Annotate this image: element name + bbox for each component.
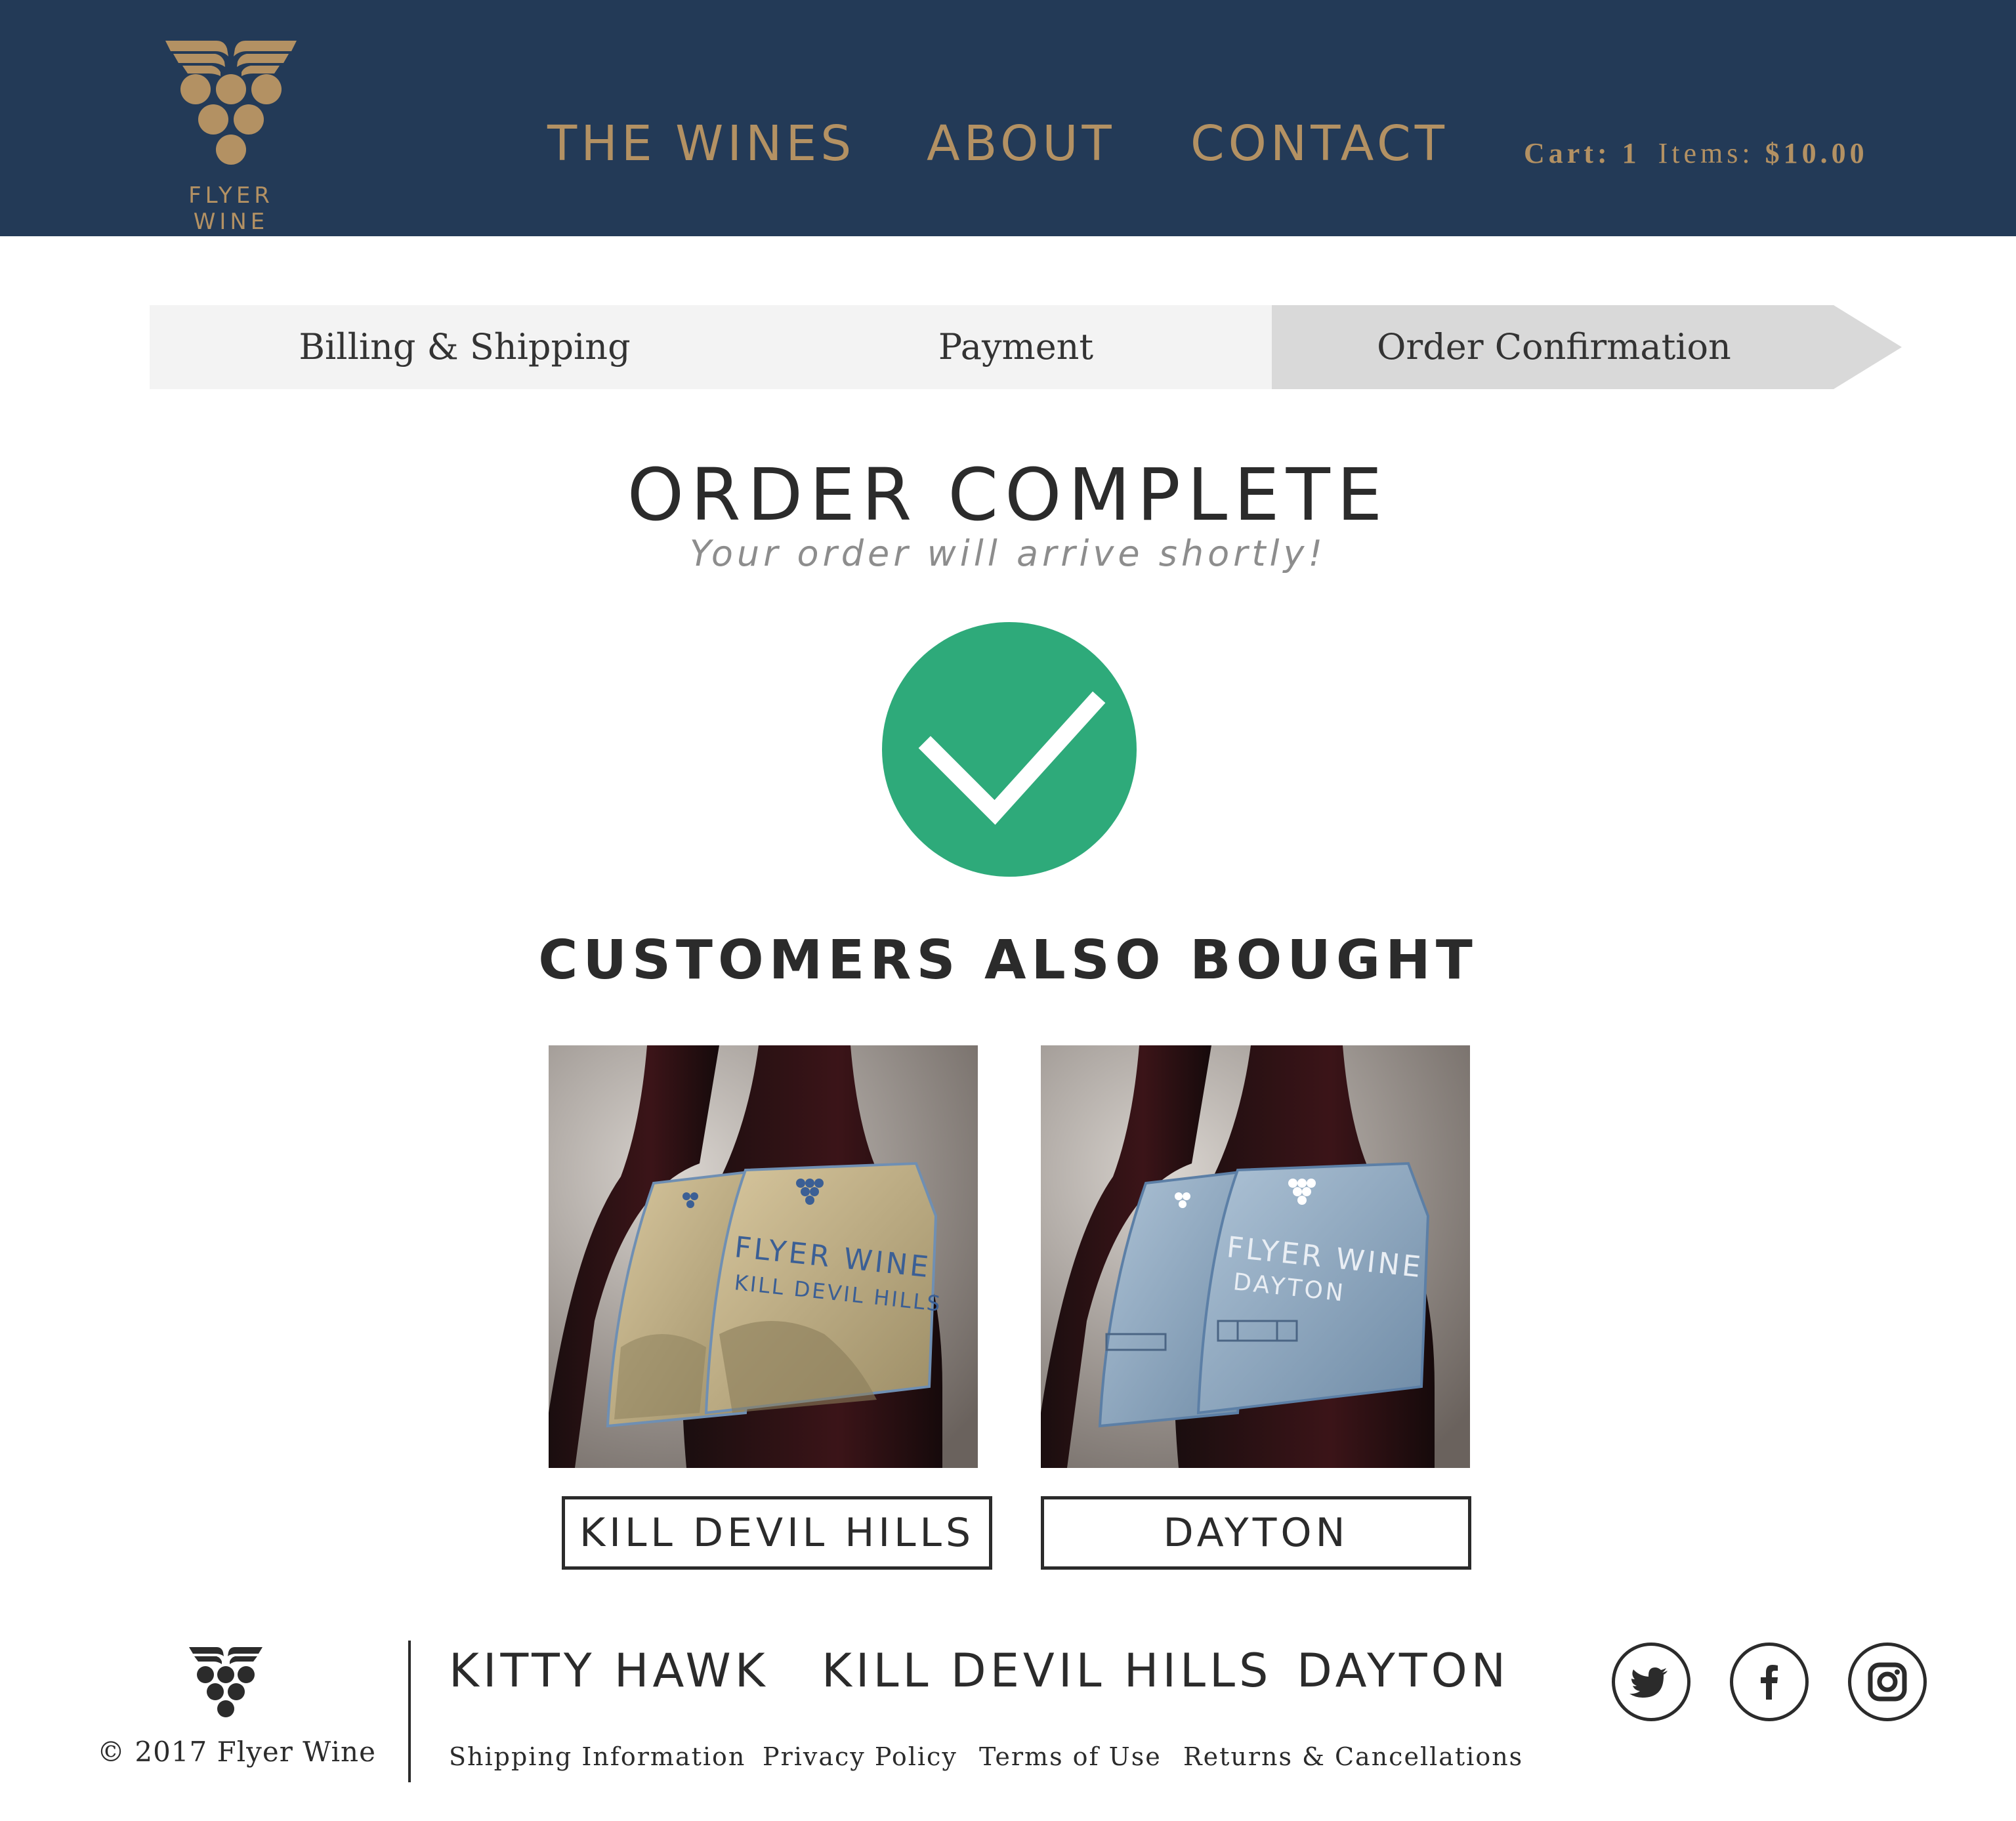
footer-link-returns[interactable]: Returns & Cancellations [1183, 1742, 1523, 1771]
checkmark-icon [882, 622, 1137, 877]
step-payment[interactable]: Payment [858, 305, 1173, 389]
customers-also-bought-title: CUSTOMERS ALSO BOUGHT [538, 929, 1478, 992]
product-image-kill-devil-hills[interactable]: FLYER WINE KILL DEVIL HILLS [549, 1045, 978, 1468]
product-image-dayton[interactable]: FLYER WINE DAYTON [1041, 1045, 1470, 1468]
footer-grape-icon [189, 1647, 262, 1717]
footer-link-privacy[interactable]: Privacy Policy [763, 1742, 957, 1771]
footer-link-terms[interactable]: Terms of Use [979, 1742, 1162, 1771]
step-billing-shipping[interactable]: Billing & Shipping [150, 305, 780, 389]
order-complete-subtitle: Your order will arrive shortly! [689, 533, 1327, 574]
product-button-dayton[interactable]: DAYTON [1041, 1496, 1471, 1570]
cart-label: Cart: [1524, 137, 1611, 169]
step-order-confirmation[interactable]: Order Confirmation [1272, 305, 1836, 389]
nav-contact[interactable]: CONTACT [1190, 115, 1448, 172]
footer-logo[interactable] [188, 1644, 264, 1719]
facebook-icon[interactable] [1730, 1643, 1809, 1721]
logo-wordmark: FLYER WINE [188, 182, 274, 235]
instagram-icon[interactable] [1848, 1643, 1927, 1721]
nav-the-wines[interactable]: THE WINES [547, 115, 855, 172]
site-header: FLYER WINE THE WINES ABOUT CONTACT Cart:… [0, 0, 2016, 236]
checkout-stepper: Billing & Shipping Payment Order Confirm… [150, 305, 1902, 389]
footer-nav-kitty-hawk[interactable]: KITTY HAWK [449, 1644, 769, 1698]
copyright: © 2017 Flyer Wine [97, 1736, 376, 1768]
flyer-wine-logo[interactable]: FLYER WINE [146, 37, 316, 235]
footer-nav-kill-devil-hills[interactable]: KILL DEVIL HILLS [822, 1644, 1272, 1698]
nav-about[interactable]: ABOUT [927, 115, 1116, 172]
twitter-icon[interactable] [1612, 1643, 1690, 1721]
product-button-kill-devil-hills[interactable]: KILL DEVIL HILLS [562, 1496, 992, 1570]
footer-divider [408, 1641, 411, 1782]
cart-total: $10.00 [1765, 137, 1868, 169]
items-label: Items: [1658, 137, 1754, 169]
cart-count: 1 [1622, 137, 1641, 169]
footer-nav-dayton[interactable]: DAYTON [1297, 1644, 1509, 1698]
grape-wings-icon [165, 41, 297, 165]
footer-link-shipping[interactable]: Shipping Information [449, 1742, 746, 1771]
cart-summary[interactable]: Cart: 1 Items: $10.00 [1524, 136, 1868, 170]
order-complete-title: ORDER COMPLETE [627, 453, 1389, 537]
